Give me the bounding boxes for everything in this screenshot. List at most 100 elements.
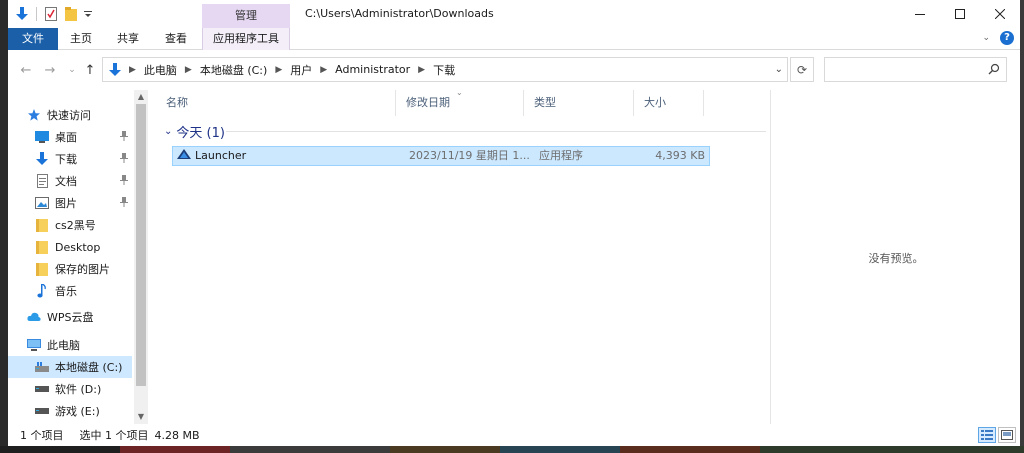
selected-count: 选中 1 个项目 [79, 429, 149, 442]
breadcrumb-chevron-icon[interactable]: ▶ [320, 65, 327, 75]
document-icon [34, 173, 50, 189]
file-size: 4,393 KB [655, 149, 705, 162]
view-switcher [976, 427, 1016, 443]
quick-access-toolbar [14, 4, 97, 24]
new-folder-icon[interactable] [63, 6, 79, 22]
drive-icon [34, 403, 50, 419]
nav-music[interactable]: 音乐 [34, 280, 132, 302]
address-bar[interactable]: ▶ 此电脑 ▶ 本地磁盘 (C:) ▶ 用户 ▶ Administrator ▶… [102, 57, 788, 82]
nav-label: 下载 [55, 153, 77, 166]
forward-arrow-icon[interactable]: → [42, 62, 58, 78]
nav-downloads[interactable]: 下载 [34, 148, 132, 170]
details-view-icon[interactable] [978, 427, 996, 443]
search-icon[interactable] [988, 63, 1000, 78]
file-type: 应用程序 [539, 149, 583, 162]
maximize-button[interactable] [940, 0, 980, 28]
pin-icon[interactable] [120, 175, 128, 188]
breadcrumb-users[interactable]: 用户 [290, 62, 312, 78]
group-label: 今天 (1) [176, 125, 225, 141]
download-icon [34, 151, 50, 167]
pin-icon[interactable] [120, 197, 128, 210]
nav-local-disk-c[interactable]: 本地磁盘 (C:) [8, 356, 132, 378]
group-header-today[interactable]: ⌄ 今天 (1) [164, 122, 225, 141]
preview-pane: 没有预览。 [770, 90, 1020, 424]
nav-label: 软件 (D:) [55, 383, 102, 396]
nav-folder-desktop[interactable]: Desktop [34, 236, 132, 258]
nav-drive-d[interactable]: 软件 (D:) [34, 378, 132, 400]
window-title: C:\Users\Administrator\Downloads [305, 7, 494, 20]
nav-folder-cs2[interactable]: cs2黑号 [34, 214, 132, 236]
scroll-down-icon[interactable]: ▼ [134, 410, 148, 424]
column-header-size[interactable]: 大小 [634, 90, 704, 116]
desktop-right-edge [1020, 0, 1024, 446]
manage-context-tab[interactable]: 管理 [202, 4, 290, 28]
nav-label: 此电脑 [47, 339, 80, 352]
group-divider [226, 131, 766, 132]
expand-ribbon-chevron-icon[interactable]: ⌄ [982, 33, 990, 43]
scroll-up-icon[interactable]: ▲ [134, 90, 148, 104]
nav-label: 快速访问 [47, 109, 91, 122]
collapse-chevron-icon[interactable]: ⌄ [164, 126, 172, 137]
desktop-left-edge [0, 0, 8, 446]
breadcrumb-chevron-icon[interactable]: ▶ [129, 65, 136, 75]
folder-icon [34, 217, 50, 233]
large-icons-view-icon[interactable] [998, 427, 1016, 443]
drive-icon [34, 381, 50, 397]
file-list: 名称 修改日期 ⌄ 类型 大小 ⌄ 今天 (1) Launcher 2023/1… [156, 88, 770, 424]
properties-icon[interactable] [43, 6, 59, 22]
table-row[interactable]: Launcher 2023/11/19 星期日 1... 应用程序 4,393 … [172, 146, 710, 166]
folder-icon [34, 261, 50, 277]
scrollbar-thumb[interactable] [136, 104, 146, 386]
address-dropdown-icon[interactable]: ⌄ [775, 64, 783, 75]
title-bar: 管理 C:\Users\Administrator\Downloads [8, 0, 1020, 28]
breadcrumb-chevron-icon[interactable]: ▶ [185, 65, 192, 75]
tab-share[interactable]: 共享 [104, 28, 152, 50]
navigation-scrollbar[interactable]: ▲ ▼ [134, 90, 148, 424]
taskbar-segment [500, 446, 620, 453]
nav-pictures[interactable]: 图片 [34, 192, 132, 214]
pin-icon[interactable] [120, 131, 128, 144]
selected-size: 4.28 MB [154, 428, 200, 442]
nav-folder-saved-pictures[interactable]: 保存的图片 [34, 258, 132, 280]
nav-label: 保存的图片 [55, 263, 110, 276]
search-input[interactable] [824, 57, 1007, 82]
pin-icon[interactable] [120, 153, 128, 166]
nav-desktop[interactable]: 桌面 [34, 126, 132, 148]
folder-icon [34, 239, 50, 255]
cloud-icon [26, 309, 42, 325]
breadcrumb-downloads[interactable]: 下载 [433, 62, 455, 78]
close-button[interactable] [980, 0, 1020, 28]
nav-quick-access[interactable]: 快速访问 [26, 104, 132, 126]
up-arrow-icon[interactable]: ↑ [82, 62, 98, 78]
taskbar-segment [120, 446, 230, 453]
nav-label: Desktop [55, 240, 101, 254]
refresh-icon[interactable]: ⟳ [790, 57, 814, 82]
back-arrow-icon[interactable]: ← [18, 62, 34, 78]
nav-label: 本地磁盘 (C:) [55, 361, 123, 374]
tab-file[interactable]: 文件 [8, 28, 58, 50]
minimize-button[interactable] [900, 0, 940, 28]
nav-drive-e[interactable]: 游戏 (E:) [34, 400, 132, 422]
breadcrumb-chevron-icon[interactable]: ▶ [275, 65, 282, 75]
customize-toolbar-chevron-icon[interactable] [83, 6, 93, 22]
tab-home[interactable]: 主页 [58, 28, 104, 50]
breadcrumb-this-pc[interactable]: 此电脑 [144, 62, 177, 78]
column-header-type[interactable]: 类型 [524, 90, 634, 116]
breadcrumb-administrator[interactable]: Administrator [335, 63, 410, 76]
breadcrumb-local-disk[interactable]: 本地磁盘 (C:) [200, 62, 267, 78]
nav-documents[interactable]: 文档 [34, 170, 132, 192]
tab-application-tools[interactable]: 应用程序工具 [202, 28, 290, 50]
help-icon[interactable]: ? [1000, 31, 1014, 45]
nav-this-pc[interactable]: 此电脑 [26, 334, 132, 356]
taskbar-segment [0, 446, 120, 453]
tab-view[interactable]: 查看 [152, 28, 200, 50]
column-header-name[interactable]: 名称 [156, 90, 396, 116]
recent-locations-chevron-icon[interactable]: ⌄ [64, 62, 80, 78]
nav-label: 文档 [55, 175, 77, 188]
breadcrumb-chevron-icon[interactable]: ▶ [418, 65, 425, 75]
nav-wps-cloud[interactable]: WPS云盘 [26, 306, 132, 328]
download-arrow-icon[interactable] [14, 6, 30, 22]
taskbar-strip [0, 446, 1024, 453]
taskbar-segment [390, 446, 500, 453]
nav-label: 游戏 (E:) [55, 405, 100, 418]
